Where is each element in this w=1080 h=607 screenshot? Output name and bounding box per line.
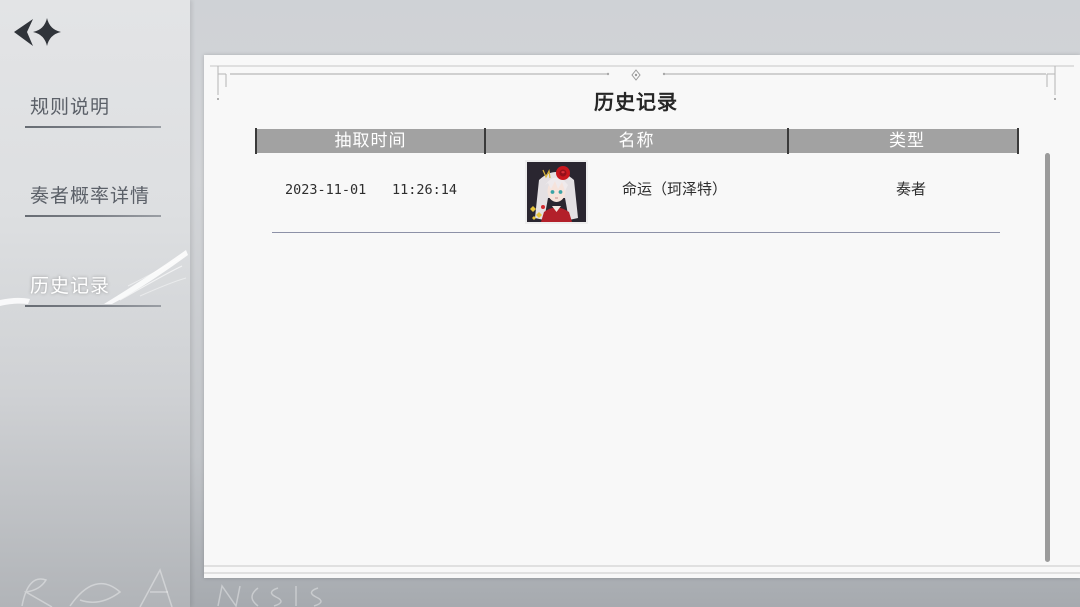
sidebar-item-label: 规则说明 <box>30 97 111 118</box>
row-type: 奏者 <box>895 181 926 198</box>
scrollbar[interactable] <box>1045 153 1050 562</box>
row-name: 命运（珂泽特） <box>622 181 728 198</box>
back-arrow-icon <box>14 18 61 46</box>
page-title: 历史记录 <box>594 90 678 114</box>
column-header-type: 类型 <box>889 131 925 150</box>
column-divider <box>255 128 257 154</box>
sidebar-item-rules[interactable]: 规则说明 <box>25 94 161 130</box>
sidebar-item-history[interactable]: 历史记录 <box>25 273 161 309</box>
column-header-name: 名称 <box>618 131 655 150</box>
column-divider <box>484 128 486 154</box>
sidebar-item-label: 奏者概率详情 <box>30 186 151 207</box>
menu-underline <box>25 215 161 217</box>
row-divider <box>272 232 1000 233</box>
sidebar-item-label: 历史记录 <box>30 276 111 297</box>
column-divider <box>1017 128 1019 154</box>
sidebar: 规则说明 奏者概率详情 历史记录 <box>0 0 190 607</box>
column-header-draw-time: 抽取时间 <box>334 131 407 150</box>
back-button[interactable] <box>12 17 66 49</box>
row-time: 11:26:14 <box>392 182 458 198</box>
menu-underline <box>25 305 161 307</box>
row-date: 2023-11-01 <box>285 182 367 198</box>
table-header: 抽取时间 名称 类型 <box>256 129 1018 153</box>
sidebar-item-probability-details[interactable]: 奏者概率详情 <box>25 183 161 219</box>
menu-underline <box>25 126 161 128</box>
character-portrait <box>525 160 588 224</box>
diamond-ornament-icon <box>631 69 641 81</box>
history-panel: 历史记录 抽取时间 名称 类型 2023-11-01 11:26:14 命运（珂… <box>204 55 1080 578</box>
column-divider <box>787 128 789 154</box>
